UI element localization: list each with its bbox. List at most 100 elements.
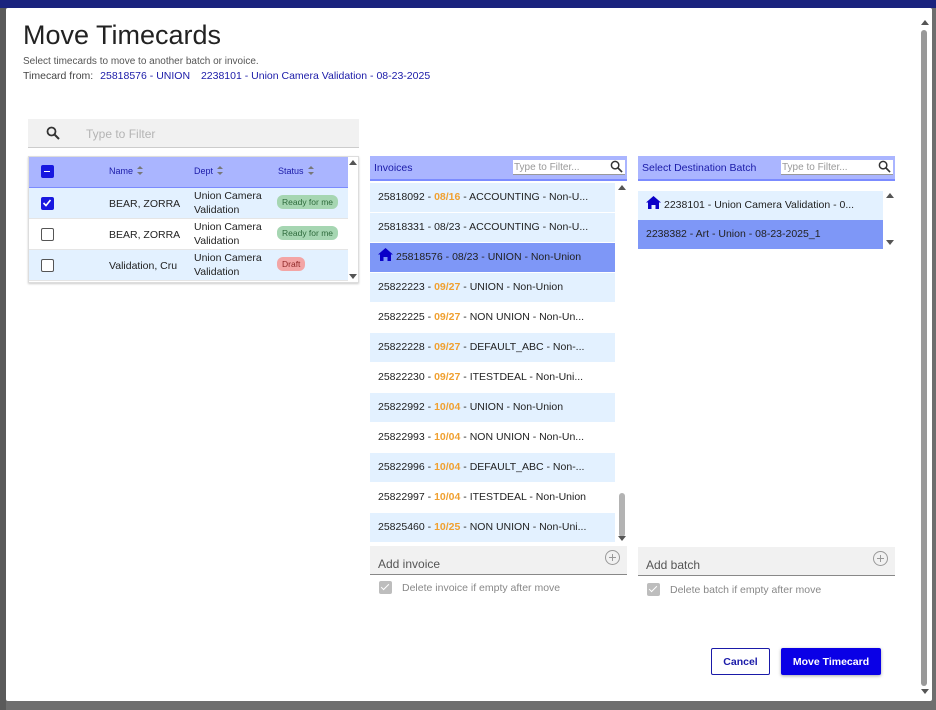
delete-batch-option[interactable]: Delete batch if empty after move xyxy=(647,583,821,596)
from-invoice-link[interactable]: 25818576 - UNION xyxy=(100,70,190,82)
invoice-id: 25825460 xyxy=(378,521,425,533)
invoice-id: 25822993 xyxy=(378,431,425,443)
move-timecards-dialog: Move Timecards Select timecards to move … xyxy=(6,8,932,701)
invoice-date: 10/25 xyxy=(434,521,461,533)
move-timecard-button[interactable]: Move Timecard xyxy=(781,648,881,675)
scroll-thumb[interactable] xyxy=(619,493,625,537)
invoice-date: 09/27 xyxy=(434,281,461,293)
invoices-title: Invoices xyxy=(374,162,413,174)
invoice-id: 25822225 xyxy=(378,311,425,323)
invoice-item[interactable]: 25822997 - 10/04 - ITESTDEAL - Non-Union xyxy=(370,483,615,513)
table-row[interactable]: BEAR, ZORRA Union Camera Validation Read… xyxy=(29,219,348,250)
scroll-down-arrow[interactable] xyxy=(618,536,626,541)
invoice-desc: NON UNION - Non-Uni... xyxy=(469,521,587,533)
sort-icon xyxy=(217,166,224,176)
status-badge: Ready for me xyxy=(277,195,339,209)
dialog-subtitle: Select timecards to move to another batc… xyxy=(23,56,259,67)
add-circle-icon[interactable] xyxy=(605,550,620,565)
table-row[interactable]: BEAR, ZORRA Union Camera Validation Read… xyxy=(29,188,348,219)
scroll-up-arrow[interactable] xyxy=(921,20,929,25)
invoice-id: 25822996 xyxy=(378,461,425,473)
check-icon xyxy=(42,199,52,207)
invoice-date: 10/04 xyxy=(434,401,461,413)
delete-batch-checkbox[interactable] xyxy=(647,583,660,596)
invoice-id: 25818092 xyxy=(378,191,425,203)
scroll-up-arrow[interactable] xyxy=(618,185,626,190)
search-icon xyxy=(46,126,60,140)
row-checkbox[interactable] xyxy=(41,228,54,241)
batch-item[interactable]: 2238382 - Art - Union - 08-23-2025_1 xyxy=(638,220,883,249)
add-invoice-label: Add invoice xyxy=(378,557,441,571)
timecard-filter xyxy=(28,119,359,148)
invoice-id: 25822992 xyxy=(378,401,425,413)
delete-batch-label: Delete batch if empty after move xyxy=(670,583,822,596)
timecard-table: Name Dept Status BEAR, ZORRA Union Camer… xyxy=(28,156,359,283)
invoice-item[interactable]: 25822225 - 09/27 - NON UNION - Non-Un... xyxy=(370,303,615,333)
row-name: BEAR, ZORRA xyxy=(109,198,181,210)
table-row[interactable]: Validation, Cru Union Camera Validation … xyxy=(29,250,348,281)
invoice-filter xyxy=(513,160,625,175)
scroll-down-arrow[interactable] xyxy=(349,274,357,279)
scroll-down-arrow[interactable] xyxy=(886,240,894,245)
invoice-desc: NON UNION - Non-Un... xyxy=(469,431,585,443)
batch-panel: Select Destination Batch 2238101 - Union… xyxy=(638,156,895,256)
search-icon xyxy=(610,160,623,173)
invoice-item[interactable]: 25822992 - 10/04 - UNION - Non-Union xyxy=(370,393,615,423)
invoice-item[interactable]: 25822223 - 09/27 - UNION - Non-Union xyxy=(370,273,615,303)
scroll-up-arrow[interactable] xyxy=(349,160,357,165)
sort-icon xyxy=(137,166,144,176)
add-invoice-field[interactable]: Add invoice xyxy=(370,546,627,575)
invoice-scrollbar[interactable] xyxy=(618,183,626,543)
timecard-from: Timecard from: 25818576 - UNION 2238101 … xyxy=(23,70,430,82)
invoice-desc: ACCOUNTING - Non-U... xyxy=(469,221,589,233)
batch-filter xyxy=(781,160,893,175)
scroll-thumb[interactable] xyxy=(921,30,927,686)
row-checkbox[interactable] xyxy=(41,197,54,210)
invoice-item-current[interactable]: 25818576 - 08/23 - UNION - Non-Union xyxy=(370,243,615,273)
cancel-button[interactable]: Cancel xyxy=(711,648,770,675)
row-checkbox[interactable] xyxy=(41,259,54,272)
scroll-down-arrow[interactable] xyxy=(921,689,929,694)
table-header: Name Dept Status xyxy=(29,157,348,188)
status-badge: Draft xyxy=(277,257,306,271)
batch-title: Select Destination Batch xyxy=(642,162,757,174)
add-batch-label: Add batch xyxy=(646,558,701,572)
add-circle-icon[interactable] xyxy=(873,551,888,566)
column-header-dept[interactable]: Dept xyxy=(194,166,224,176)
batch-item-label: 2238101 - Union Camera Validation - 0... xyxy=(664,199,855,211)
select-all-checkbox[interactable] xyxy=(41,165,54,178)
invoice-date: 10/04 xyxy=(434,461,461,473)
invoice-item[interactable]: 25818092 - 08/16 - ACCOUNTING - Non-U... xyxy=(370,183,615,213)
column-header-status[interactable]: Status xyxy=(278,166,315,176)
invoice-item[interactable]: 25822996 - 10/04 - DEFAULT_ABC - Non-... xyxy=(370,453,615,483)
invoice-desc: UNION - Non-Union xyxy=(469,281,564,293)
invoice-item[interactable]: 25818331 - 08/23 - ACCOUNTING - Non-U... xyxy=(370,213,615,243)
delete-invoice-checkbox[interactable] xyxy=(379,581,392,594)
invoice-desc: ACCOUNTING - Non-U... xyxy=(469,191,589,203)
invoice-desc: DEFAULT_ABC - Non-... xyxy=(469,341,585,353)
invoice-item[interactable]: 25822230 - 09/27 - ITESTDEAL - Non-Uni..… xyxy=(370,363,615,393)
add-batch-field[interactable]: Add batch xyxy=(638,547,895,576)
batch-filter-input[interactable] xyxy=(782,160,867,174)
batch-item-current[interactable]: 2238101 - Union Camera Validation - 0... xyxy=(638,191,883,220)
invoice-id: 25822228 xyxy=(378,341,425,353)
invoice-item[interactable]: 25822993 - 10/04 - NON UNION - Non-Un... xyxy=(370,423,615,453)
timecard-filter-input[interactable] xyxy=(86,125,346,143)
dialog-scrollbar[interactable] xyxy=(919,18,931,696)
batch-header: Select Destination Batch xyxy=(638,156,895,181)
delete-invoice-option[interactable]: Delete invoice if empty after move xyxy=(379,581,560,594)
invoice-item[interactable]: 25825460 - 10/25 - NON UNION - Non-Uni..… xyxy=(370,513,615,543)
invoice-list: 25818092 - 08/16 - ACCOUNTING - Non-U...… xyxy=(370,183,615,543)
invoice-desc: UNION - Non-Union xyxy=(487,251,582,263)
invoice-item[interactable]: 25822228 - 09/27 - DEFAULT_ABC - Non-... xyxy=(370,333,615,363)
scroll-up-arrow[interactable] xyxy=(886,193,894,198)
search-icon xyxy=(878,160,891,173)
invoice-id: 25818331 xyxy=(378,221,425,233)
from-batch-link[interactable]: 2238101 - Union Camera Validation - 08-2… xyxy=(201,70,430,82)
invoice-date: 10/04 xyxy=(434,491,461,503)
delete-invoice-label: Delete invoice if empty after move xyxy=(402,581,561,594)
column-header-name[interactable]: Name xyxy=(109,166,144,176)
invoice-date: 08/23 xyxy=(434,221,461,233)
invoices-header: Invoices xyxy=(370,156,627,181)
invoice-filter-input[interactable] xyxy=(514,160,599,174)
